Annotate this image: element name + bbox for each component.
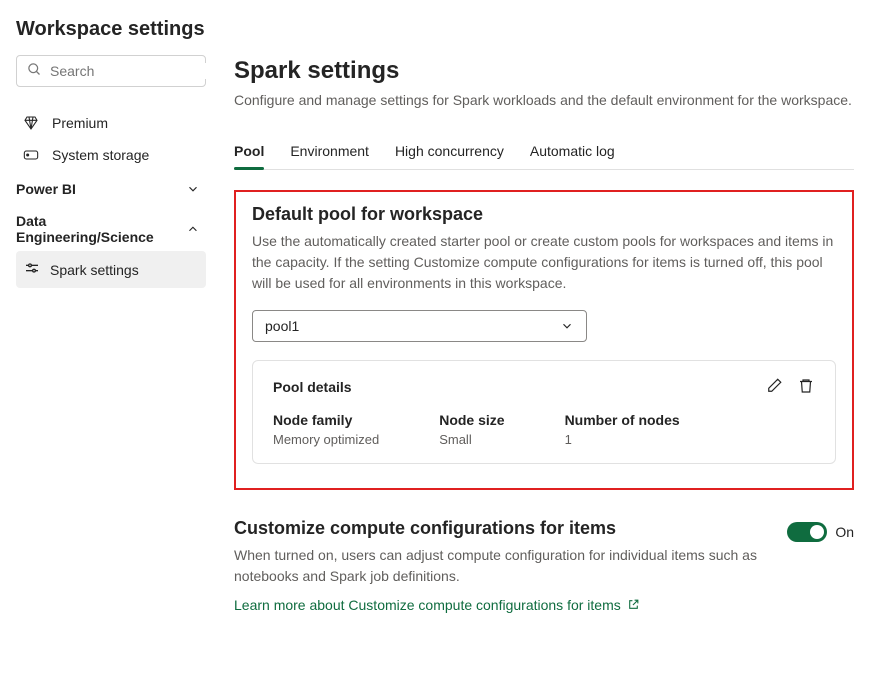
sidebar-section-data-engineering[interactable]: Data Engineering/Science — [16, 203, 206, 251]
sidebar-subitem-label: Spark settings — [50, 262, 139, 278]
pool-field-value: 1 — [565, 432, 680, 447]
chevron-up-icon — [186, 222, 200, 236]
pool-field-number-nodes: Number of nodes 1 — [565, 412, 680, 447]
search-input[interactable] — [50, 63, 231, 79]
page-title: Workspace settings — [16, 18, 865, 41]
tab-high-concurrency[interactable]: High concurrency — [395, 135, 504, 169]
pool-select-value: pool1 — [265, 318, 299, 334]
pool-field-value: Memory optimized — [273, 432, 379, 447]
customize-description: When turned on, users can adjust compute… — [234, 545, 767, 587]
pool-field-label: Number of nodes — [565, 412, 680, 428]
main-description: Configure and manage settings for Spark … — [234, 91, 854, 111]
sidebar-item-label: System storage — [52, 147, 149, 163]
tab-pool[interactable]: Pool — [234, 135, 264, 169]
search-box[interactable] — [16, 55, 206, 87]
pool-field-label: Node family — [273, 412, 379, 428]
default-pool-description: Use the automatically created starter po… — [252, 231, 836, 294]
sidebar-item-system-storage[interactable]: System storage — [16, 139, 206, 171]
storage-icon — [22, 149, 40, 161]
customize-toggle[interactable] — [787, 522, 827, 542]
learn-more-text: Learn more about Customize compute confi… — [234, 597, 621, 613]
search-icon — [27, 62, 42, 80]
tab-environment[interactable]: Environment — [290, 135, 369, 169]
sidebar-section-label: Power BI — [16, 181, 76, 197]
pool-field-node-size: Node size Small — [439, 412, 504, 447]
pool-field-value: Small — [439, 432, 504, 447]
sidebar-item-label: Premium — [52, 115, 108, 131]
sliders-icon — [24, 260, 40, 279]
tab-automatic-log[interactable]: Automatic log — [530, 135, 615, 169]
customize-heading: Customize compute configurations for ite… — [234, 518, 767, 539]
chevron-down-icon — [560, 319, 574, 333]
pool-field-label: Node size — [439, 412, 504, 428]
pool-details-title: Pool details — [273, 379, 352, 395]
pool-field-node-family: Node family Memory optimized — [273, 412, 379, 447]
diamond-icon — [22, 115, 40, 131]
chevron-down-icon — [186, 182, 200, 196]
learn-more-link[interactable]: Learn more about Customize compute confi… — [234, 597, 640, 613]
main-content: Spark settings Configure and manage sett… — [234, 55, 854, 613]
pencil-icon — [765, 377, 783, 395]
sidebar: Premium System storage Power BI Data Eng… — [16, 55, 206, 613]
main-title: Spark settings — [234, 57, 854, 85]
tabs: Pool Environment High concurrency Automa… — [234, 135, 854, 170]
customize-section: Customize compute configurations for ite… — [234, 518, 854, 613]
pool-details-card: Pool details Node family Memory optimize… — [252, 360, 836, 464]
pool-select-dropdown[interactable]: pool1 — [252, 310, 587, 342]
sidebar-section-power-bi[interactable]: Power BI — [16, 171, 206, 203]
external-link-icon — [627, 598, 640, 611]
sidebar-item-premium[interactable]: Premium — [16, 107, 206, 139]
edit-button[interactable] — [765, 377, 783, 398]
sidebar-item-spark-settings[interactable]: Spark settings — [16, 251, 206, 288]
sidebar-section-label: Data Engineering/Science — [16, 213, 186, 245]
default-pool-heading: Default pool for workspace — [252, 204, 836, 225]
default-pool-section: Default pool for workspace Use the autom… — [234, 190, 854, 490]
trash-icon — [797, 377, 815, 395]
toggle-state-label: On — [835, 524, 854, 540]
delete-button[interactable] — [797, 377, 815, 398]
